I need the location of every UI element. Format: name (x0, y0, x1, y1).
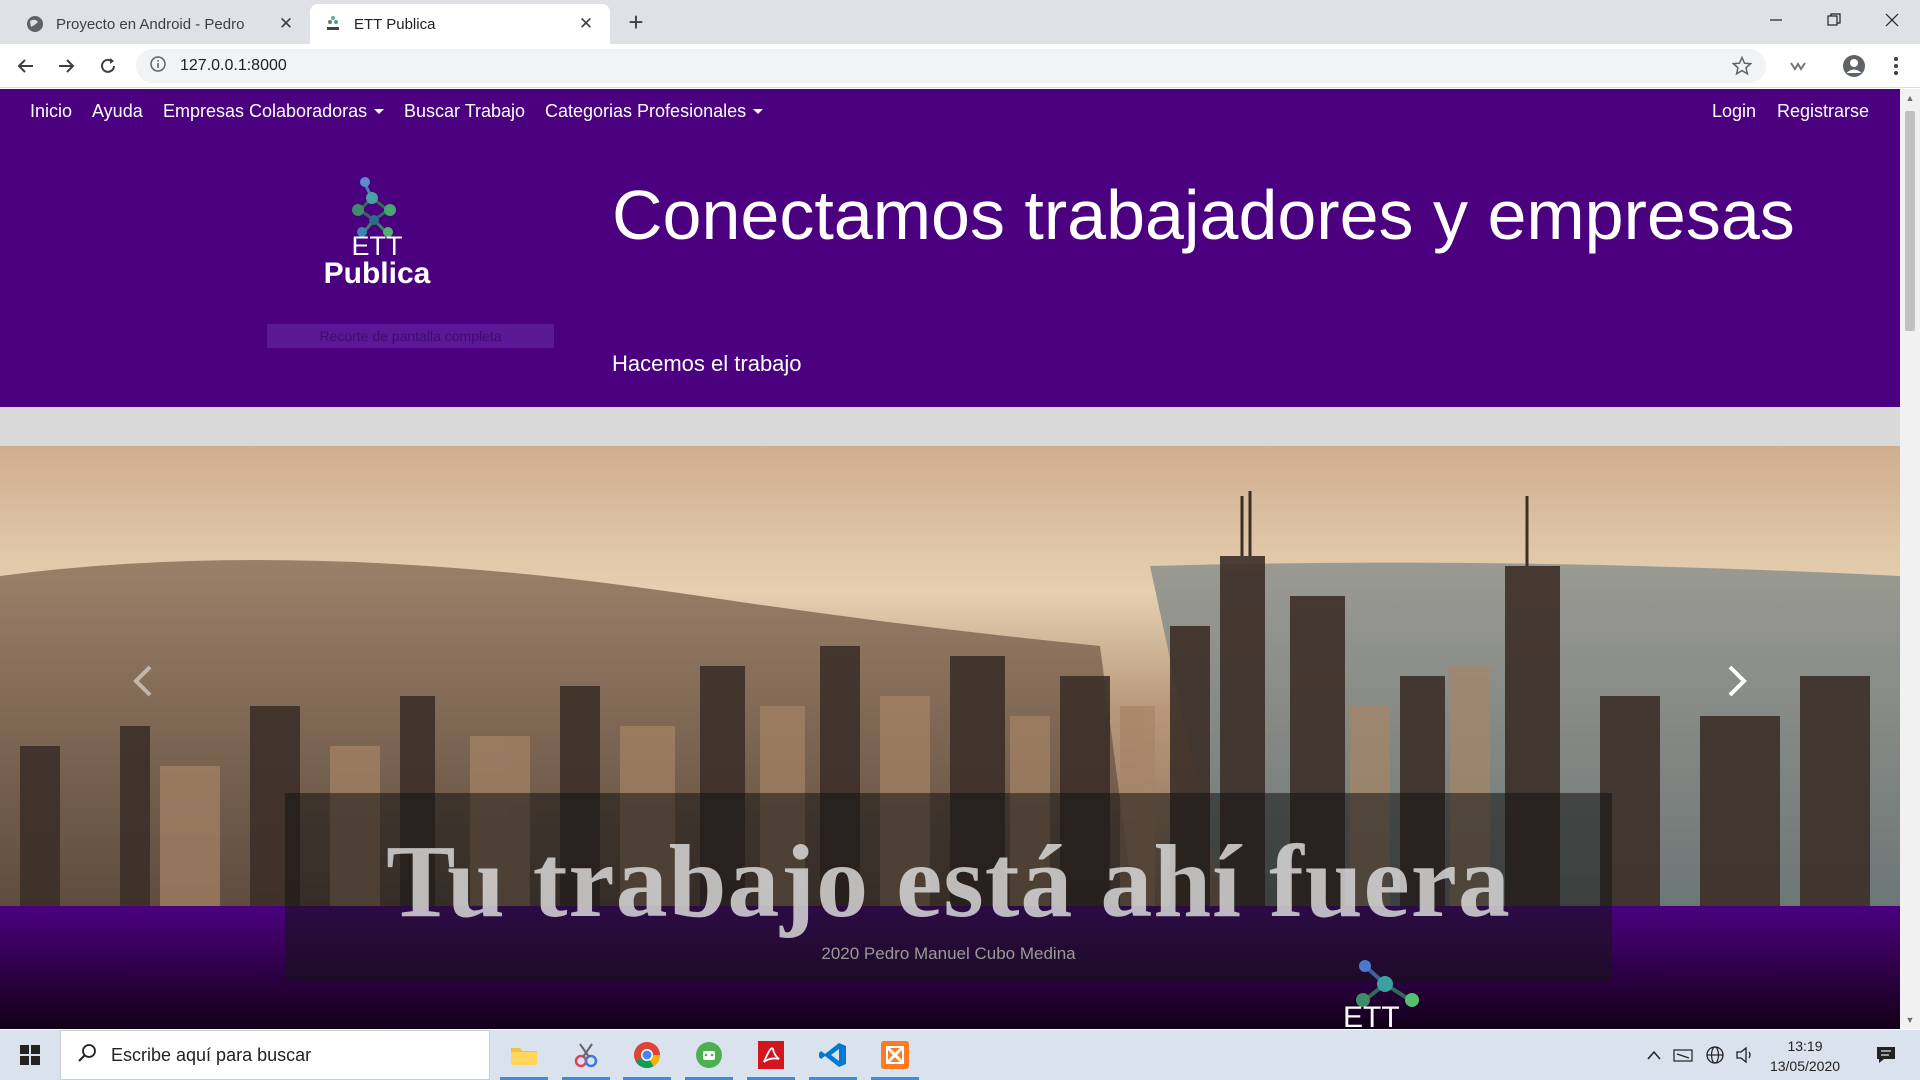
search-placeholder: Escribe aquí para buscar (111, 1044, 312, 1065)
molecule-logo-icon (352, 177, 396, 237)
menu-kebab-icon[interactable] (1880, 50, 1912, 82)
site-header: Inicio Ayuda Empresas Colaboradoras Busc… (0, 89, 1900, 407)
scrollbar-thumb[interactable] (1905, 111, 1915, 331)
android-studio-icon[interactable] (679, 1030, 739, 1080)
extension-icon[interactable] (1782, 50, 1814, 82)
carousel-prev-icon[interactable] (128, 661, 158, 701)
carousel-next-icon[interactable] (1722, 661, 1752, 701)
nav-label: Categorias Profesionales (545, 101, 747, 121)
forward-icon[interactable] (50, 50, 82, 82)
page-viewport: Inicio Ayuda Empresas Colaboradoras Busc… (0, 89, 1900, 1029)
caret-down-icon (374, 109, 385, 114)
minimize-icon[interactable] (1748, 0, 1804, 40)
file-explorer-icon[interactable] (494, 1030, 554, 1080)
profile-icon[interactable] (1838, 50, 1870, 82)
nav-registrarse[interactable]: Registrarse (1777, 101, 1869, 122)
vscode-icon[interactable] (803, 1030, 863, 1080)
info-icon[interactable] (150, 55, 166, 77)
caret-down-icon (753, 109, 764, 114)
close-tab-icon[interactable]: ✕ (276, 14, 296, 34)
xampp-icon[interactable] (865, 1030, 925, 1080)
taskbar-search-input[interactable]: Escribe aquí para buscar (60, 1030, 490, 1080)
ett-publica-logo[interactable]: ETT Publica (322, 174, 432, 290)
nav-categorias-profesionales[interactable]: Categorias Profesionales (545, 101, 764, 122)
ett-favicon-icon (324, 15, 342, 33)
windows-taskbar: Escribe aquí para buscar 13:19 13/05/202… (0, 1030, 1920, 1080)
bookmark-star-icon[interactable] (1731, 55, 1753, 81)
restore-icon[interactable] (1806, 0, 1862, 40)
close-tab-icon[interactable]: ✕ (576, 14, 596, 34)
system-clock[interactable]: 13:19 13/05/2020 (1762, 1036, 1848, 1076)
globe-icon (26, 15, 44, 33)
show-hidden-icons-icon[interactable] (1642, 1030, 1666, 1080)
snipping-tool-icon[interactable] (556, 1030, 616, 1080)
page-scrollbar[interactable]: ▲ ▼ (1900, 89, 1920, 1029)
nav-empresas-colaboradoras[interactable]: Empresas Colaboradoras (163, 101, 385, 122)
snipping-overlay-caption: Recorte de pantalla completa (267, 324, 554, 348)
clock-time: 13:19 (1787, 1038, 1823, 1054)
image-carousel: Tu trabajo está ahí fuera 2020 Pedro Man… (0, 446, 1900, 1029)
hero-subtitle: Hacemos el trabajo (612, 351, 802, 376)
nav-login[interactable]: Login (1712, 101, 1756, 122)
navbar: Inicio Ayuda Empresas Colaboradoras Busc… (0, 89, 1900, 135)
nav-ayuda[interactable]: Ayuda (92, 101, 143, 122)
volume-icon[interactable] (1732, 1030, 1758, 1080)
scroll-down-icon[interactable]: ▼ (1905, 1015, 1915, 1025)
notifications-icon[interactable] (1866, 1030, 1906, 1080)
search-icon (77, 1043, 97, 1068)
input-method-icon[interactable] (1670, 1030, 1696, 1080)
carousel-caption-title: Tu trabajo está ahí fuera (386, 824, 1511, 939)
chrome-icon[interactable] (617, 1030, 677, 1080)
footer-logo-text: ETT (1343, 1001, 1400, 1029)
nav-label: Empresas Colaboradoras (163, 101, 368, 121)
address-bar[interactable]: 127.0.0.1:8000 (136, 49, 1766, 83)
url-text[interactable]: 127.0.0.1:8000 (180, 57, 287, 75)
tab-title: Proyecto en Android - Pedro (56, 15, 245, 33)
back-icon[interactable] (10, 50, 42, 82)
browser-toolbar: 127.0.0.1:8000 (0, 44, 1920, 88)
windows-start-icon[interactable] (0, 1030, 60, 1080)
nav-inicio[interactable]: Inicio (30, 101, 72, 122)
scroll-up-icon[interactable]: ▲ (1905, 93, 1915, 103)
new-tab-button[interactable]: + (622, 8, 650, 36)
tab-proyecto-android[interactable]: Proyecto en Android - Pedro ✕ (12, 4, 310, 44)
browser-tab-bar: Proyecto en Android - Pedro ✕ ETT Public… (0, 0, 1920, 44)
hero-title: Conectamos trabajadores y empresas (612, 176, 1795, 254)
tab-ett-publica[interactable]: ETT Publica ✕ (310, 4, 610, 44)
close-window-icon[interactable] (1864, 0, 1920, 40)
logo-text-publica: Publica (323, 257, 431, 290)
logo-text-ett: ETT (351, 231, 403, 261)
clock-date: 13/05/2020 (1769, 1058, 1841, 1074)
tab-title: ETT Publica (354, 15, 436, 33)
nav-buscar-trabajo[interactable]: Buscar Trabajo (404, 101, 525, 122)
reload-icon[interactable] (92, 50, 124, 82)
network-globe-icon[interactable] (1702, 1030, 1728, 1080)
acrobat-icon[interactable] (741, 1030, 801, 1080)
